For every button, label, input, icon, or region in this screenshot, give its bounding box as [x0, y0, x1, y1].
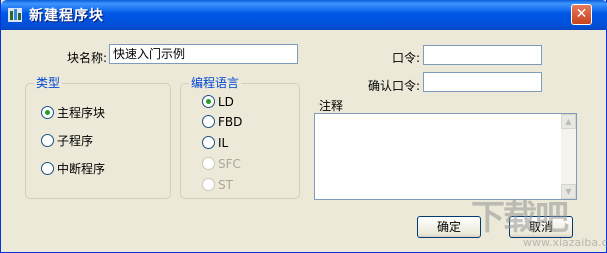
radio-label: ST: [218, 178, 233, 192]
radio-label: SFC: [218, 157, 241, 171]
close-icon: ✕: [575, 6, 588, 22]
radio-icon: [202, 178, 215, 191]
block-name-input[interactable]: 快速入门示例: [109, 44, 298, 64]
watermark-url: www.xiazaiba.com: [523, 236, 607, 249]
radio-st: ST: [202, 177, 233, 193]
confirm-password-input[interactable]: [423, 72, 542, 92]
comment-textarea[interactable]: ▲ ▼: [314, 113, 577, 200]
app-icon: [8, 8, 22, 22]
dialog-window: 新建程序块 ✕ 块名称: 快速入门示例 口令: 确认口令: 类型 主程序块 子程…: [0, 0, 607, 253]
vertical-scrollbar[interactable]: ▲ ▼: [561, 114, 576, 199]
radio-label: FBD: [218, 115, 243, 129]
comment-label: 注释: [319, 99, 344, 113]
radio-checked-icon: [41, 106, 54, 119]
password-input[interactable]: [423, 45, 542, 65]
close-button[interactable]: ✕: [571, 4, 592, 25]
title-bar[interactable]: 新建程序块 ✕: [1, 0, 607, 30]
watermark-logo: 下载吧: [471, 198, 569, 238]
window-title: 新建程序块: [29, 8, 104, 24]
language-group-legend: 编程语言: [189, 76, 242, 90]
radio-label: 主程序块: [57, 106, 106, 120]
language-group: 编程语言: [180, 76, 300, 199]
radio-main-block[interactable]: 主程序块: [41, 105, 105, 121]
radio-label: 子程序: [57, 134, 94, 148]
confirm-password-label: 确认口令:: [368, 79, 421, 93]
radio-icon: [202, 136, 215, 149]
radio-sfc: SFC: [202, 156, 241, 172]
password-label: 口令:: [392, 51, 421, 65]
radio-fbd[interactable]: FBD: [202, 114, 242, 130]
radio-ld[interactable]: LD: [202, 94, 234, 110]
radio-icon: [202, 157, 215, 170]
radio-label: IL: [218, 136, 229, 150]
radio-il[interactable]: IL: [202, 135, 228, 151]
radio-checked-icon: [202, 95, 215, 108]
radio-interrupt[interactable]: 中断程序: [41, 161, 105, 177]
radio-icon: [202, 115, 215, 128]
radio-label: LD: [218, 95, 234, 109]
scroll-up-icon[interactable]: ▲: [561, 114, 576, 129]
type-group-legend: 类型: [34, 76, 63, 90]
block-name-label: 块名称:: [67, 51, 108, 65]
radio-icon: [41, 134, 54, 147]
radio-label: 中断程序: [57, 162, 106, 176]
radio-subroutine[interactable]: 子程序: [41, 133, 93, 149]
radio-icon: [41, 162, 54, 175]
